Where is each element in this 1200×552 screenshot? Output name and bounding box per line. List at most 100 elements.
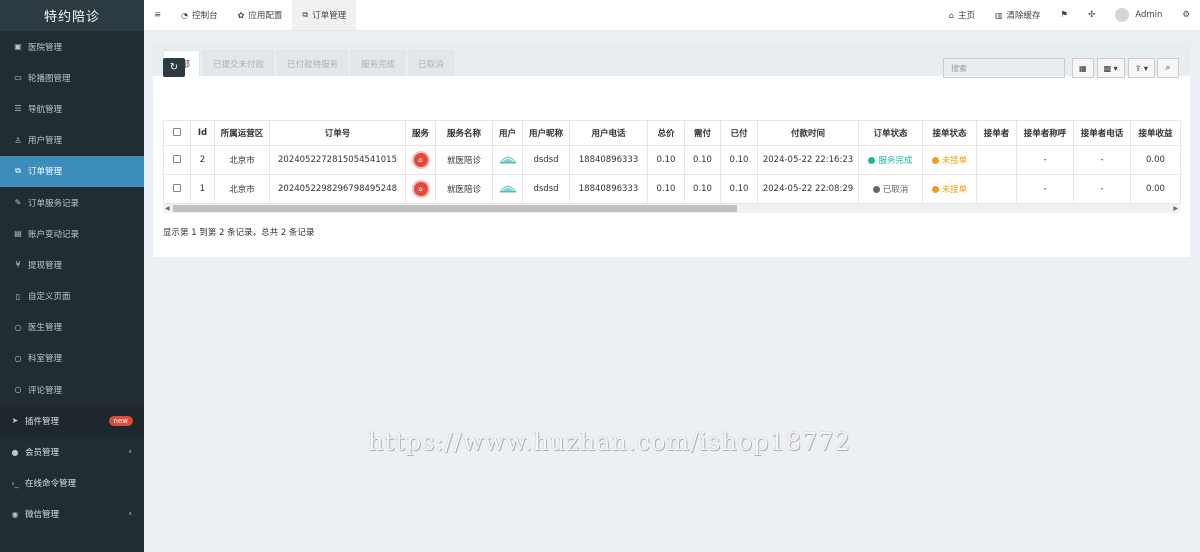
user-avatar-icon[interactable] (499, 153, 517, 165)
topbar: ≡ ◔ 控制台 ✿ 应用配置 ⧉ 订单管理 ⌂ 主页 ▥ 清除缓存 ⚑ ✣ Admin ⚙ (144, 0, 1200, 31)
table-row[interactable]: 2 北京市 2024052272815054541015 ⌂ 就医陪诊 dsds… (163, 145, 1181, 175)
status-badge: 服务完成 (858, 145, 923, 175)
col-pay-time[interactable]: 付款时间 (757, 120, 859, 146)
trash-icon: ▥ (994, 10, 1003, 20)
tab-completed[interactable]: 服务完成 (351, 50, 406, 76)
fullscreen-button[interactable]: ✣ (1078, 0, 1105, 30)
col-phone[interactable]: 用户电话 (569, 120, 648, 146)
fullscreen-icon: ✣ (1088, 10, 1096, 20)
toggle-view-button[interactable]: ▦ (1072, 58, 1094, 78)
settings-button[interactable]: ⚙ (1172, 0, 1200, 30)
sidebar-item-service-records[interactable]: ✎ 订单服务记录 (0, 187, 144, 218)
col-service[interactable]: 服务 (405, 120, 436, 146)
service-icon[interactable]: ⌂ (413, 153, 428, 167)
sidebar-item-hospital[interactable]: ▣ 医院管理 (0, 31, 144, 62)
circle-icon: ○ (14, 385, 22, 395)
sidebar-item-account-changes[interactable]: ▤ 账户变动记录 (0, 218, 144, 249)
chevron-left-icon: ‹ (128, 509, 132, 520)
sidebar-item-command[interactable]: ›_ 在线命令管理 (0, 468, 144, 499)
status-badge: 未接单 (922, 174, 977, 204)
row-checkbox[interactable] (163, 145, 191, 175)
sidebar-item-wechat[interactable]: ◉ 微信管理 ‹ (0, 499, 144, 530)
new-badge: new (108, 415, 133, 426)
scroll-right-icon[interactable]: ▶ (1173, 204, 1178, 213)
col-total[interactable]: 总价 (647, 120, 685, 146)
list-icon: ☰ (14, 104, 22, 114)
sidebar-item-comments[interactable]: ○ 评论管理 (0, 374, 144, 405)
scroll-left-icon[interactable]: ◀ (165, 204, 170, 213)
account-icon: ▤ (14, 229, 22, 239)
menu-toggle-button[interactable]: ≡ (144, 0, 171, 30)
col-due[interactable]: 需付 (684, 120, 721, 146)
sidebar-item-banner[interactable]: ▭ 轮播图管理 (0, 62, 144, 93)
refresh-icon: ↻ (169, 62, 179, 73)
table-header-row: Id 所属运营区 订单号 服务 服务名称 用户 用户昵称 用户电话 总价 需付 … (163, 120, 1181, 146)
refresh-button[interactable]: ↻ (163, 58, 185, 77)
orders-table: Id 所属运营区 订单号 服务 服务名称 用户 用户昵称 用户电话 总价 需付 … (163, 120, 1181, 204)
record-icon: ✎ (14, 198, 22, 208)
sidebar: 特约陪诊 ▣ 医院管理 ▭ 轮播图管理 ☰ 导航管理 ♙ 用户管理 ⧉ 订单管理 ✎ 订单服… (0, 0, 144, 552)
col-order-no[interactable]: 订单号 (269, 120, 406, 146)
columns-button[interactable]: ▩ ▾ (1096, 58, 1125, 78)
tab-cancelled[interactable]: 已取消 (408, 50, 454, 76)
scroll-thumb[interactable] (173, 205, 737, 212)
search-input[interactable]: 搜索 (943, 58, 1065, 78)
app-logo[interactable]: 特约陪诊 (0, 0, 144, 31)
col-id[interactable]: Id (190, 120, 215, 146)
search-button[interactable]: ⌕ (1157, 58, 1179, 78)
tab-app-config[interactable]: ✿ 应用配置 (228, 0, 293, 30)
order-panel: 全部 已提交未付款 已付款待服务 服务完成 已取消 ↻ 搜索 ▦ ▩ ▾ ⇪ ▾… (153, 42, 1190, 257)
col-service-name[interactable]: 服务名称 (435, 120, 493, 146)
row-checkbox[interactable] (163, 174, 191, 204)
select-all-checkbox[interactable] (163, 120, 191, 146)
export-button[interactable]: ⇪ ▾ (1127, 58, 1155, 78)
col-order-status[interactable]: 订单状态 (858, 120, 923, 146)
tab-paid-pending[interactable]: 已付款待服务 (277, 50, 349, 76)
search-icon: ⌕ (1165, 63, 1171, 73)
col-taker[interactable]: 接单者 (976, 120, 1017, 146)
rocket-icon: ➤ (11, 416, 19, 426)
service-icon[interactable]: ⌂ (413, 182, 428, 196)
wechat-icon: ◉ (11, 509, 19, 519)
gear-icon: ✿ (237, 10, 245, 20)
col-paid[interactable]: 已付 (720, 120, 758, 146)
clear-cache-button[interactable]: ▥ 清除缓存 (985, 0, 1051, 30)
col-income[interactable]: 接单收益 (1130, 120, 1181, 146)
sidebar-item-orders[interactable]: ⧉ 订单管理 (0, 155, 144, 187)
user-avatar-icon[interactable] (499, 182, 517, 194)
pagination-info: 显示第 1 到第 2 条记录，总共 2 条记录 (163, 228, 315, 238)
sidebar-item-departments[interactable]: ○ 科室管理 (0, 343, 144, 374)
circle-icon: ○ (14, 322, 22, 332)
col-nickname[interactable]: 用户昵称 (522, 120, 570, 146)
yen-icon: ¥ (15, 260, 21, 270)
tab-unpaid[interactable]: 已提交未付款 (203, 50, 275, 76)
sidebar-item-members[interactable]: ● 会员管理 ‹ (0, 436, 144, 467)
col-region[interactable]: 所属运营区 (214, 120, 270, 146)
sidebar-item-users[interactable]: ♙ 用户管理 (0, 125, 144, 156)
sidebar-item-withdraw[interactable]: ¥ 提现管理 (0, 249, 144, 280)
col-user[interactable]: 用户 (492, 120, 523, 146)
horizontal-scrollbar[interactable]: ◀ ▶ (163, 204, 1180, 213)
hospital-icon: ▣ (14, 42, 22, 52)
col-taker-name[interactable]: 接单者称呼 (1016, 120, 1074, 146)
tab-orders[interactable]: ⧉ 订单管理 (292, 0, 357, 30)
user-menu[interactable]: Admin (1105, 0, 1172, 30)
grid-icon: ▩ ▾ (1103, 63, 1118, 73)
tab-dashboard[interactable]: ◔ 控制台 (171, 0, 228, 30)
col-accept-status[interactable]: 接单状态 (922, 120, 977, 146)
circle-icon: ○ (14, 353, 22, 363)
sidebar-item-doctors[interactable]: ○ 医生管理 (0, 312, 144, 343)
col-taker-phone[interactable]: 接单者电话 (1073, 120, 1131, 146)
avatar (1115, 8, 1130, 22)
sidebar-item-custom-page[interactable]: ▯ 自定义页面 (0, 281, 144, 312)
sidebar-item-plugins[interactable]: ➤ 插件管理 new (0, 405, 144, 437)
table-row[interactable]: 1 北京市 2024052298296798495248 ⌂ 就医陪诊 dsds… (163, 174, 1181, 204)
home-button[interactable]: ⌂ 主页 (939, 0, 985, 30)
order-icon: ⧉ (15, 166, 21, 176)
order-icon: ⧉ (302, 10, 309, 19)
sidebar-nav: ▣ 医院管理 ▭ 轮播图管理 ☰ 导航管理 ♙ 用户管理 ⧉ 订单管理 ✎ 订单服务记录 ▤… (0, 31, 144, 530)
sidebar-item-navigation[interactable]: ☰ 导航管理 (0, 93, 144, 124)
language-button[interactable]: ⚑ (1051, 0, 1079, 30)
status-badge: 未接单 (922, 145, 977, 175)
home-icon: ⌂ (948, 10, 954, 20)
